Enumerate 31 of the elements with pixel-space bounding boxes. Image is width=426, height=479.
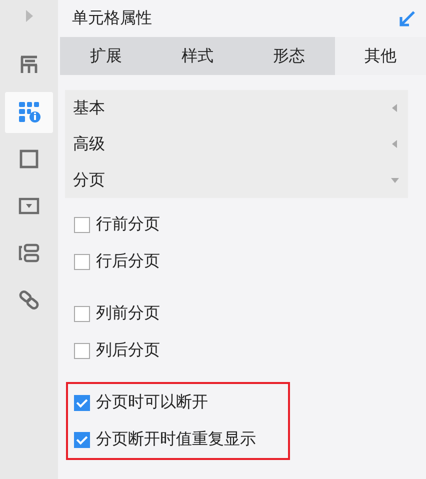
checkbox[interactable] (74, 432, 90, 448)
checkbox-label[interactable]: 列前分页 (96, 303, 160, 324)
frame-icon[interactable] (20, 150, 38, 168)
caret-left-icon[interactable] (390, 139, 400, 149)
checkbox-label[interactable]: 列后分页 (96, 340, 160, 361)
stacked-bars-icon[interactable] (18, 244, 40, 262)
checkbox[interactable] (74, 216, 90, 232)
checkbox-label[interactable]: 分页断开时值重复显示 (96, 429, 256, 450)
checkbox-label[interactable]: 行前分页 (96, 214, 160, 235)
dropdown-box-icon[interactable] (18, 198, 40, 214)
checkbox-label[interactable]: 分页时可以断开 (96, 392, 208, 413)
tab[interactable]: 其他 (334, 37, 426, 75)
caret-left-icon[interactable] (390, 103, 400, 113)
section-header[interactable]: 分页 (73, 170, 105, 190)
checkbox[interactable] (74, 342, 90, 358)
checkbox[interactable] (74, 394, 90, 410)
link-icon[interactable] (18, 289, 40, 311)
panel-title: 单元格属性 (72, 8, 152, 29)
tab[interactable]: 扩展 (60, 37, 152, 75)
caret-down-icon[interactable] (390, 175, 400, 185)
layout-icon[interactable] (20, 56, 38, 74)
cell-info-icon[interactable] (19, 102, 40, 122)
section-header[interactable]: 高级 (73, 134, 105, 154)
checkbox-label[interactable]: 行后分页 (96, 251, 160, 272)
expand-icon[interactable] (26, 10, 33, 22)
checkbox[interactable] (74, 254, 90, 270)
checkbox[interactable] (74, 306, 90, 322)
collapse-arrow-icon[interactable] (398, 10, 416, 28)
section-header[interactable]: 基本 (73, 98, 105, 118)
tab[interactable]: 样式 (152, 37, 243, 75)
tab[interactable]: 形态 (243, 37, 334, 75)
